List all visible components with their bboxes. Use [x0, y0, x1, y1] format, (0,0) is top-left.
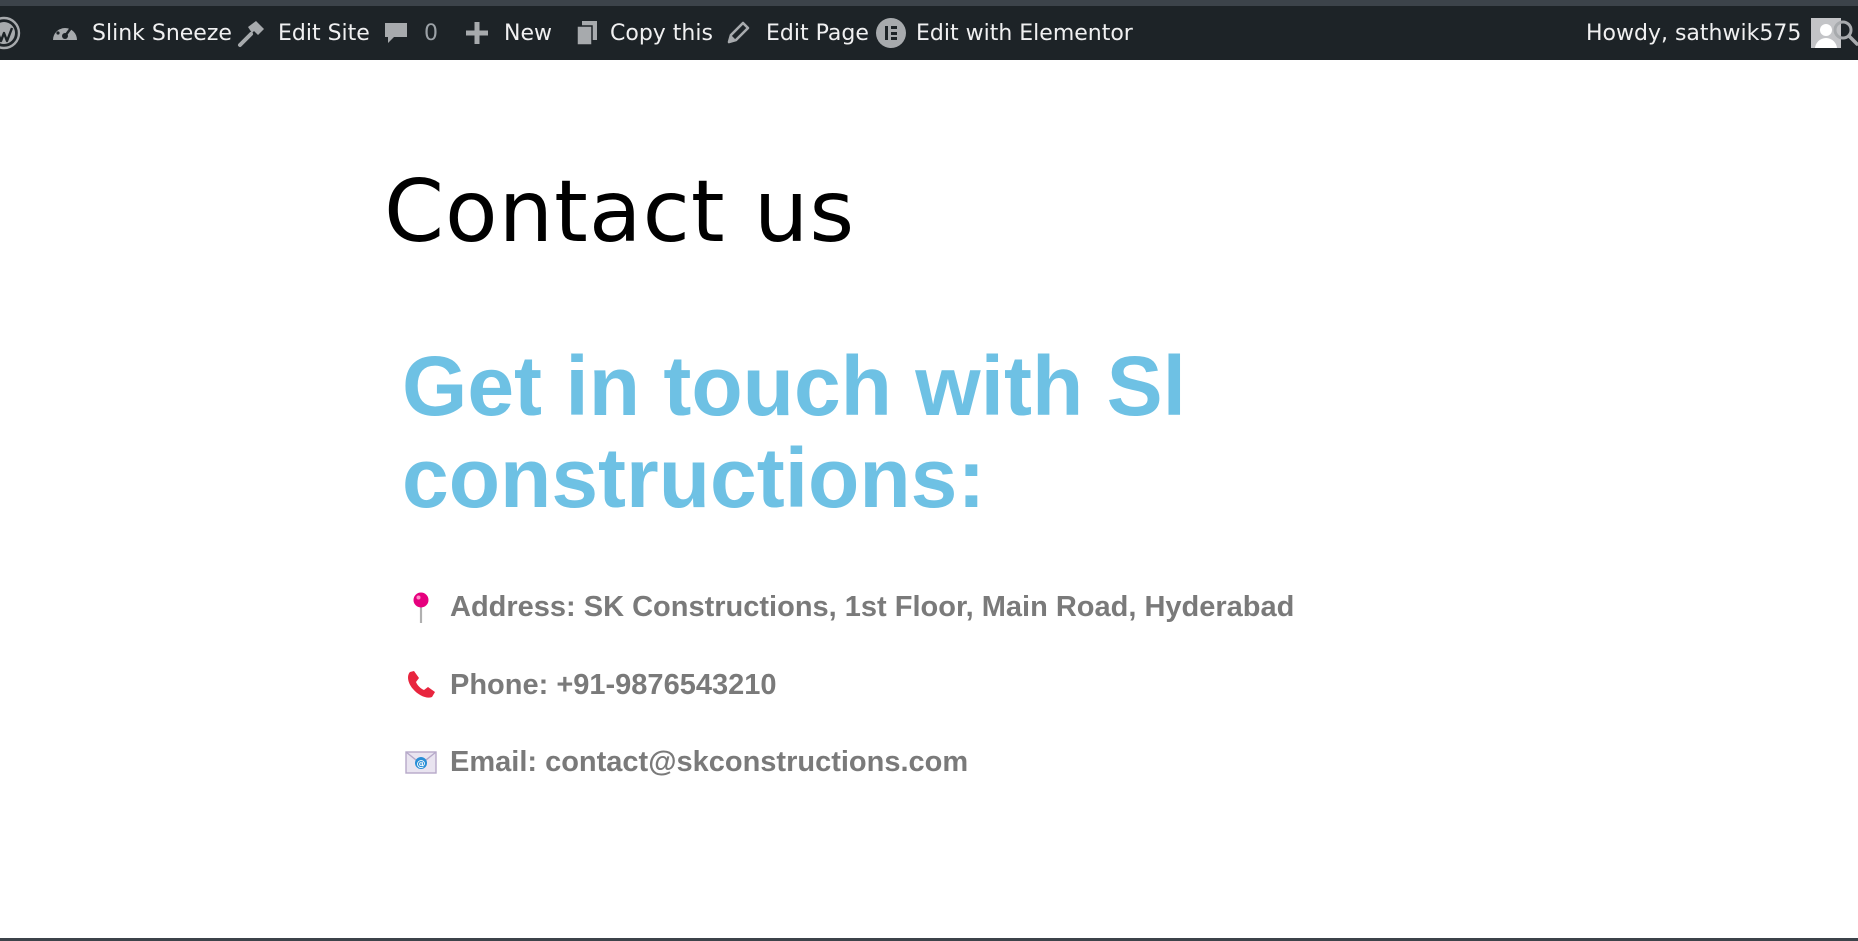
email-text: Email: contact@skconstructions.com: [450, 745, 969, 778]
dashboard-icon: [53, 23, 77, 40]
copy-this-label: Copy this: [610, 20, 713, 46]
edit-site-label: Edit Site: [278, 20, 370, 46]
wordpress-logo-button[interactable]: [0, 6, 22, 60]
address-text: Address: SK Constructions, 1st Floor, Ma…: [450, 590, 1295, 623]
phone-line: Phone: +91-9876543210: [404, 668, 776, 702]
hammer-icon: [238, 21, 264, 47]
phone-text: Phone: +91-9876543210: [450, 668, 777, 701]
edit-with-elementor-button[interactable]: Edit with Elementor: [876, 6, 1133, 60]
new-content-menu[interactable]: New: [464, 6, 552, 60]
email-envelope-icon: @: [405, 751, 437, 774]
admin-bar: Slink Sneeze Edit Site 0 New Copy this E…: [0, 6, 1858, 60]
copy-icon: [576, 21, 597, 46]
edit-site-button[interactable]: Edit Site: [236, 6, 370, 60]
comments-count: 0: [424, 20, 438, 46]
comment-icon: [385, 23, 407, 43]
copy-this-button[interactable]: Copy this: [574, 6, 713, 60]
email-line: @ Email: contact@skconstructions.com: [404, 745, 968, 779]
edit-with-elementor-label: Edit with Elementor: [916, 20, 1133, 46]
howdy-label: Howdy, sathwik575: [1586, 20, 1802, 46]
search-button[interactable]: [1832, 6, 1858, 60]
plus-icon: [466, 22, 488, 44]
contact-heading: Get in touch with Sl constructions:: [402, 339, 1186, 525]
edit-page-button[interactable]: Edit Page: [724, 6, 869, 60]
search-icon: [1833, 20, 1858, 46]
site-name-label: Slink Sneeze: [92, 20, 232, 46]
elementor-icon: [876, 18, 906, 48]
new-label: New: [504, 20, 552, 46]
edit-page-label: Edit Page: [766, 20, 869, 46]
telephone-receiver-icon: [408, 671, 435, 698]
page-title: Contact us: [384, 162, 856, 262]
svg-text:@: @: [417, 760, 426, 770]
my-account-menu[interactable]: Howdy, sathwik575: [1586, 6, 1842, 60]
pencil-icon: [727, 21, 750, 44]
site-name-menu[interactable]: Slink Sneeze: [50, 6, 232, 60]
round-pushpin-icon: [413, 592, 429, 623]
address-line: Address: SK Constructions, 1st Floor, Ma…: [404, 590, 1294, 624]
comments-button[interactable]: 0: [382, 6, 438, 60]
wordpress-icon: [0, 16, 21, 50]
